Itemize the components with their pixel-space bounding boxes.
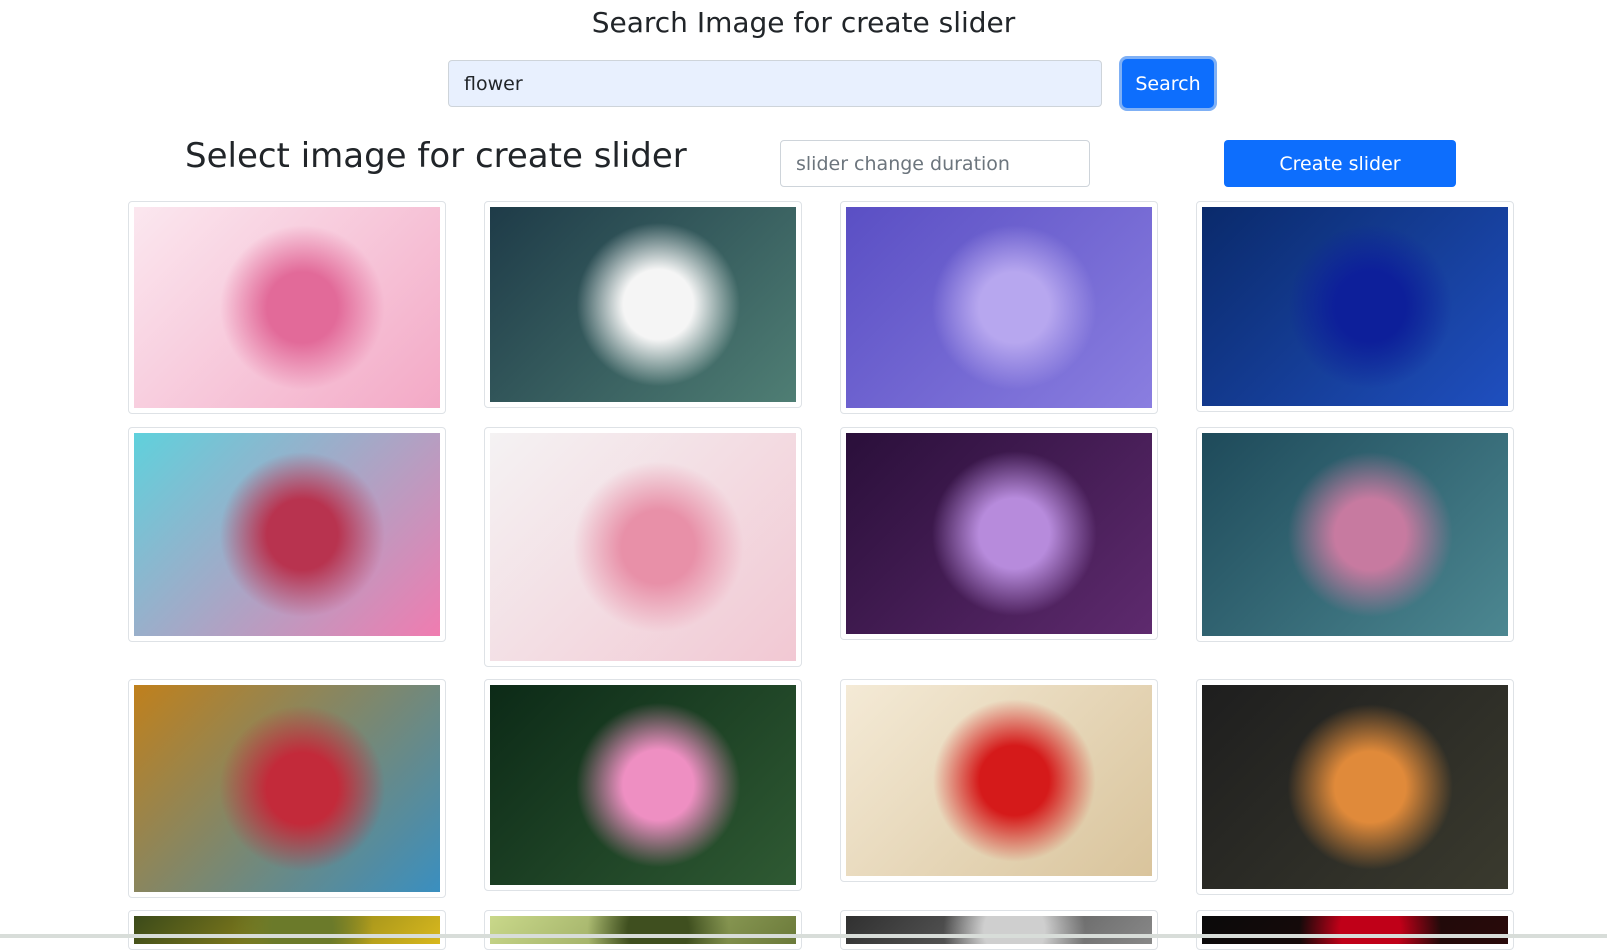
- gallery-thumbnail[interactable]: [840, 910, 1158, 950]
- create-slider-button[interactable]: Create slider: [1224, 140, 1456, 187]
- gallery-thumbnail[interactable]: [484, 910, 802, 950]
- search-button[interactable]: Search: [1122, 59, 1214, 108]
- gallery-thumbnail[interactable]: [840, 201, 1158, 414]
- slider-duration-input[interactable]: [780, 140, 1090, 187]
- page-title: Search Image for create slider: [591, 6, 1016, 39]
- search-input[interactable]: [448, 60, 1102, 107]
- gallery-thumbnail[interactable]: [1196, 427, 1514, 642]
- gallery-thumbnail[interactable]: [128, 201, 446, 414]
- rainbow-rose-image: [1202, 433, 1508, 636]
- gallery-thumbnail[interactable]: [484, 427, 802, 667]
- red-poppy-field-image: [846, 685, 1152, 876]
- gallery-thumbnail[interactable]: [1196, 679, 1514, 895]
- cherry-blossom-image: [134, 207, 440, 408]
- white-daisy-image: [490, 207, 796, 402]
- dark-red-flower-image: [1202, 916, 1508, 944]
- section-title: Select image for create slider: [185, 136, 687, 176]
- gallery-thumbnail[interactable]: [840, 679, 1158, 882]
- gallery-thumbnail[interactable]: [1196, 910, 1514, 950]
- red-water-lily-image: [134, 685, 440, 892]
- orange-roses-image: [1202, 685, 1508, 889]
- page-bottom-divider: [0, 934, 1607, 938]
- pink-daisy-closeup-image: [134, 433, 440, 636]
- pink-lotus-image: [490, 685, 796, 885]
- gallery-thumbnail[interactable]: [1196, 201, 1514, 412]
- gray-flower-image: [846, 916, 1152, 944]
- green-garden-image: [490, 916, 796, 944]
- gallery-thumbnail[interactable]: [128, 427, 446, 642]
- gallery-thumbnail[interactable]: [128, 910, 446, 950]
- gallery-thumbnail[interactable]: [840, 427, 1158, 640]
- water-lily-purple-image: [846, 207, 1152, 408]
- yellow-flower-image: [134, 916, 440, 944]
- gallery-thumbnail[interactable]: [484, 679, 802, 891]
- pink-ranunculus-bouquet-image: [490, 433, 796, 661]
- gallery-thumbnail[interactable]: [128, 679, 446, 898]
- blue-rose-image: [1202, 207, 1508, 406]
- purple-osteospermum-image: [846, 433, 1152, 634]
- gallery-thumbnail[interactable]: [484, 201, 802, 408]
